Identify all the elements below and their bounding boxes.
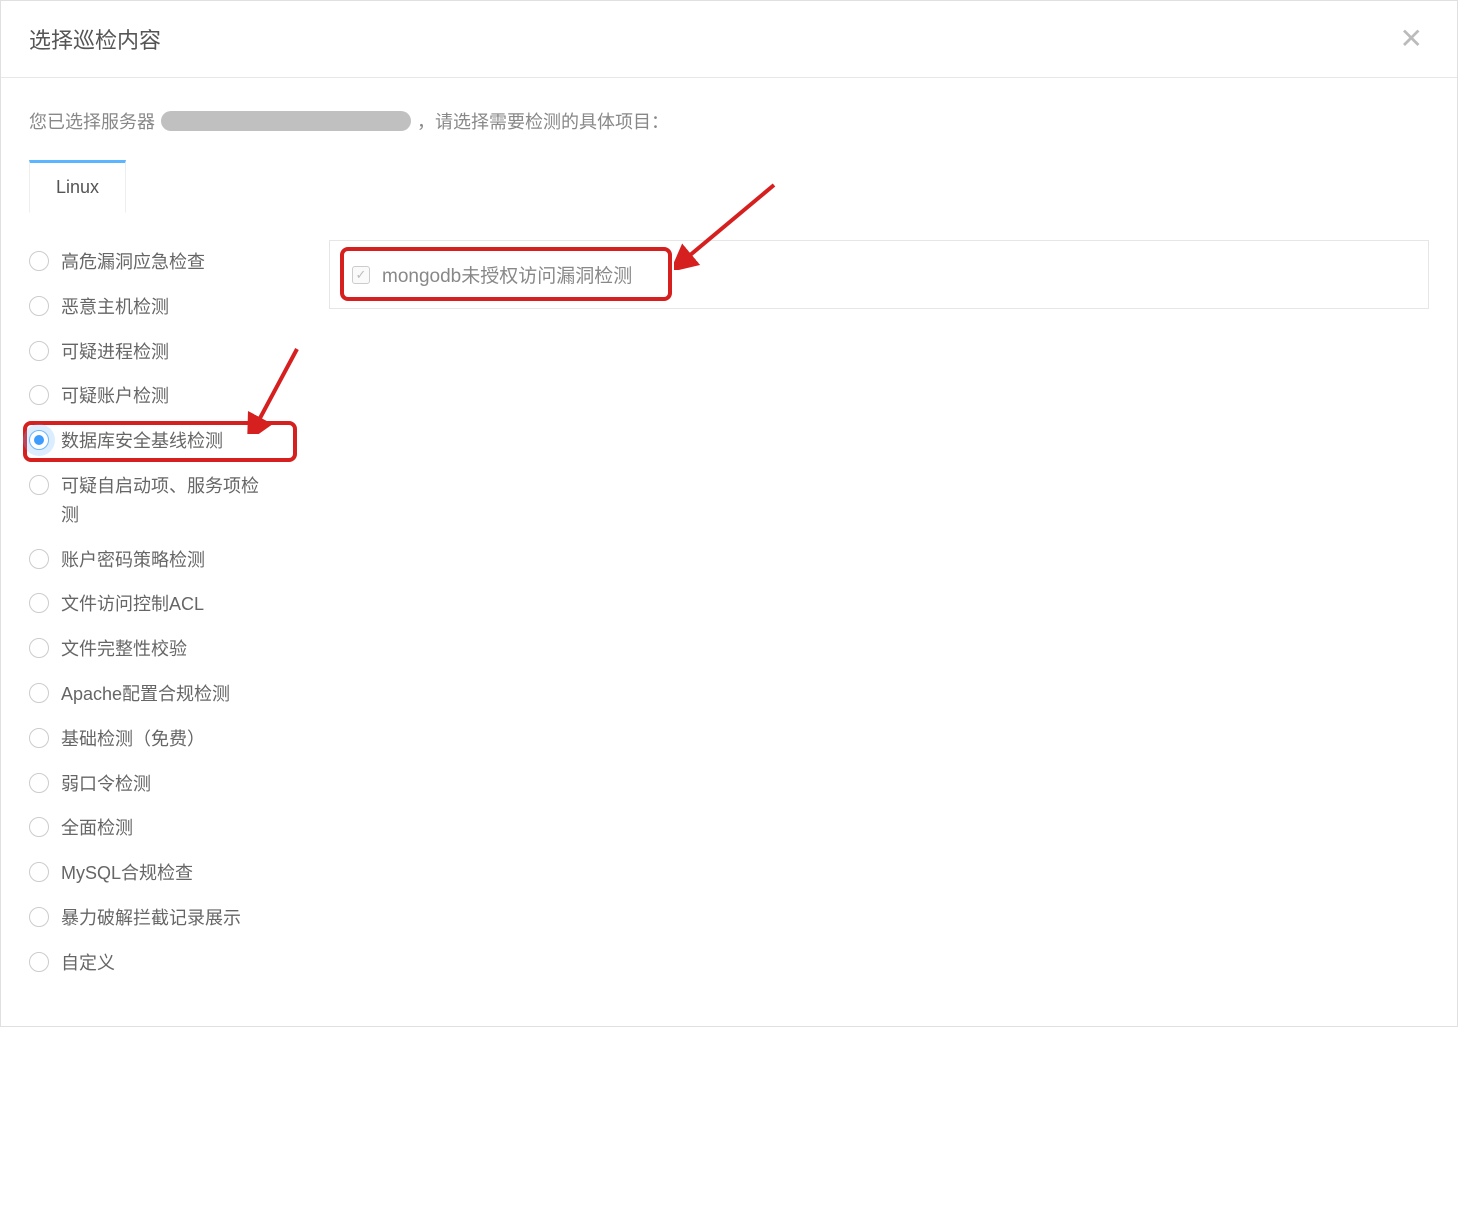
radio-label: 文件访问控制ACL (61, 590, 204, 619)
close-icon[interactable]: ✕ (1394, 23, 1429, 55)
checkbox-label: mongodb未授权访问漏洞检测 (382, 261, 632, 288)
radio-icon (29, 296, 49, 316)
radio-item-file-acl[interactable]: 文件访问控制ACL (29, 582, 289, 627)
modal-body: 您已选择服务器 ，请选择需要检测的具体项目： Linux 高危漏洞应急检查 恶意… (1, 78, 1457, 1026)
radio-label: 基础检测（免费） (61, 725, 205, 754)
radio-label: 弱口令检测 (61, 770, 151, 799)
radio-icon (29, 728, 49, 748)
radio-icon (29, 638, 49, 658)
detail-panel: ✓ mongodb未授权访问漏洞检测 (329, 240, 1429, 309)
radio-item-file-integrity[interactable]: 文件完整性校验 (29, 627, 289, 672)
radio-icon (29, 430, 49, 450)
content-row: 高危漏洞应急检查 恶意主机检测 可疑进程检测 可疑账户检测 数据库安全基线检测 (29, 224, 1429, 986)
radio-item-db-baseline[interactable]: 数据库安全基线检测 (23, 421, 297, 462)
modal-header: 选择巡检内容 ✕ (1, 1, 1457, 78)
radio-label: MySQL合规检查 (61, 859, 193, 888)
radio-label: 暴力破解拦截记录展示 (61, 904, 241, 933)
radio-item-suspicious-autostart[interactable]: 可疑自启动项、服务项检测 (29, 464, 289, 538)
radio-item-weak-password[interactable]: 弱口令检测 (29, 762, 289, 807)
radio-icon (29, 683, 49, 703)
radio-label: 数据库安全基线检测 (61, 427, 223, 456)
radio-label: 文件完整性校验 (61, 635, 187, 664)
intro-suffix: ，请选择需要检测的具体项目： (417, 108, 669, 134)
checkbox-icon: ✓ (352, 266, 370, 284)
server-name-redacted (161, 111, 411, 131)
radio-item-mysql-compliance[interactable]: MySQL合规检查 (29, 851, 289, 896)
tabs: Linux (29, 160, 1429, 214)
radio-label: 可疑自启动项、服务项检测 (61, 472, 261, 530)
radio-item-password-policy[interactable]: 账户密码策略检测 (29, 538, 289, 583)
radio-icon (29, 593, 49, 613)
radio-label: 可疑进程检测 (61, 338, 169, 367)
radio-label: 自定义 (61, 949, 115, 978)
modal-title: 选择巡检内容 (29, 23, 161, 55)
tab-linux[interactable]: Linux (29, 160, 126, 213)
modal-dialog: 选择巡检内容 ✕ 您已选择服务器 ，请选择需要检测的具体项目： Linux 高危… (0, 0, 1458, 1027)
radio-label: 高危漏洞应急检查 (61, 248, 205, 277)
radio-item-full-scan[interactable]: 全面检测 (29, 806, 289, 851)
category-radio-list: 高危漏洞应急检查 恶意主机检测 可疑进程检测 可疑账户检测 数据库安全基线检测 (29, 240, 289, 986)
radio-icon (29, 952, 49, 972)
radio-item-high-risk-vuln[interactable]: 高危漏洞应急检查 (29, 240, 289, 285)
radio-item-suspicious-process[interactable]: 可疑进程检测 (29, 330, 289, 375)
radio-label: 可疑账户检测 (61, 382, 169, 411)
radio-item-basic-free[interactable]: 基础检测（免费） (29, 717, 289, 762)
radio-icon (29, 907, 49, 927)
radio-item-custom[interactable]: 自定义 (29, 941, 289, 986)
radio-icon (29, 341, 49, 361)
radio-icon (29, 385, 49, 405)
radio-icon (29, 862, 49, 882)
radio-label: Apache配置合规检测 (61, 680, 230, 709)
radio-label: 账户密码策略检测 (61, 546, 205, 575)
radio-icon (29, 251, 49, 271)
detail-panel-column: ✓ mongodb未授权访问漏洞检测 (329, 240, 1429, 309)
checkbox-item-mongodb-unauth[interactable]: ✓ mongodb未授权访问漏洞检测 (352, 261, 1406, 288)
radio-icon (29, 549, 49, 569)
radio-icon (29, 773, 49, 793)
radio-label: 全面检测 (61, 814, 133, 843)
intro-text: 您已选择服务器 ，请选择需要检测的具体项目： (29, 108, 1429, 134)
intro-prefix: 您已选择服务器 (29, 108, 155, 134)
radio-item-malicious-host[interactable]: 恶意主机检测 (29, 285, 289, 330)
radio-item-apache-compliance[interactable]: Apache配置合规检测 (29, 672, 289, 717)
radio-item-bruteforce-block-log[interactable]: 暴力破解拦截记录展示 (29, 896, 289, 941)
radio-icon (29, 475, 49, 495)
radio-icon (29, 817, 49, 837)
radio-item-suspicious-account[interactable]: 可疑账户检测 (29, 374, 289, 419)
radio-label: 恶意主机检测 (61, 293, 169, 322)
